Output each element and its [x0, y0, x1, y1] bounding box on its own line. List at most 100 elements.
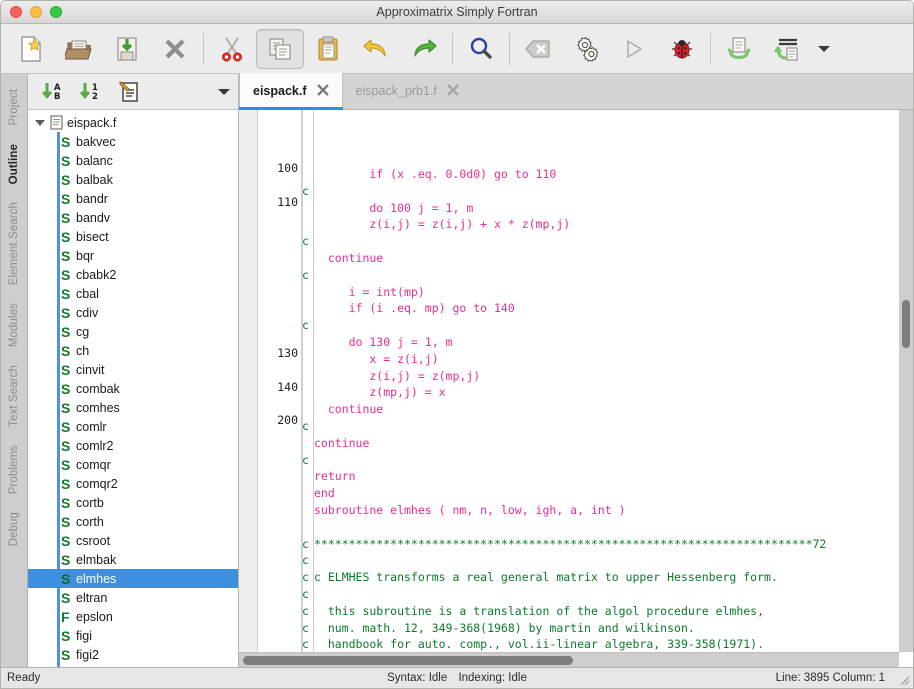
tree-item-cdiv[interactable]: Scdiv	[28, 303, 238, 322]
toolbar-overflow-button[interactable]	[811, 29, 837, 69]
tree-item-bakvec[interactable]: Sbakvec	[28, 132, 238, 151]
tree-item-balanc[interactable]: Sbalanc	[28, 151, 238, 170]
tree-item-bqr[interactable]: Sbqr	[28, 246, 238, 265]
side-tab-text-search[interactable]: Text Search	[8, 356, 20, 436]
code-line[interactable]: c ***************************************…	[302, 536, 899, 553]
close-tab-icon[interactable]	[446, 83, 459, 99]
code-line[interactable]: if (x .eq. 0.0d0) go to 110	[302, 166, 899, 183]
close-file-button[interactable]	[151, 29, 199, 69]
code-line[interactable]: i = int(mp)	[302, 284, 899, 301]
editor-vertical-scrollbar[interactable]	[899, 110, 913, 652]
tree-item-ch[interactable]: Sch	[28, 341, 238, 360]
code-editor[interactable]: 100 110 130 140 200 if (x .eq. 0.0d0) go to …	[239, 110, 899, 652]
side-tab-debug[interactable]: Debug	[8, 503, 20, 555]
code-line[interactable]: c	[302, 267, 899, 284]
code-line[interactable]: c	[302, 183, 899, 200]
tree-item-cinvit[interactable]: Scinvit	[28, 360, 238, 379]
debug-button[interactable]	[658, 29, 706, 69]
code-line[interactable]: z(mp,j) = x	[302, 384, 899, 401]
code-line[interactable]: continue	[302, 435, 899, 452]
code-line[interactable]	[302, 519, 899, 536]
editor-tab-eispack[interactable]: eispack.f	[239, 73, 343, 110]
tree-item-comqr2[interactable]: Scomqr2	[28, 474, 238, 493]
tree-item-comlr2[interactable]: Scomlr2	[28, 436, 238, 455]
code-line[interactable]: z(i,j) = z(mp,j)	[302, 368, 899, 385]
editor-vertical-scroll-thumb[interactable]	[902, 300, 910, 348]
undo-button[interactable]	[352, 29, 400, 69]
tree-item-bandv[interactable]: Sbandv	[28, 208, 238, 227]
run-button[interactable]	[610, 29, 658, 69]
tree-item-bandr[interactable]: Sbandr	[28, 189, 238, 208]
tree-item-elmbak[interactable]: Selmbak	[28, 550, 238, 569]
code-line[interactable]: c	[302, 418, 899, 435]
packages-button[interactable]	[763, 29, 811, 69]
code-line[interactable]: continue	[302, 401, 899, 418]
code-line[interactable]: do 130 j = 1, m	[302, 334, 899, 351]
editor-tab-eispack-prb1[interactable]: eispack_prb1.f	[343, 73, 472, 109]
code-line[interactable]: c num. math. 12, 349-368(1968) by martin…	[302, 620, 899, 637]
code-line[interactable]: end	[302, 485, 899, 502]
outline-overflow-button[interactable]	[210, 77, 238, 107]
code-line[interactable]: c	[302, 452, 899, 469]
build-button[interactable]	[562, 29, 610, 69]
side-tab-modules[interactable]: Modules	[8, 294, 20, 356]
resize-grip-icon[interactable]	[896, 672, 910, 686]
open-file-button[interactable]	[55, 29, 103, 69]
edit-outline-button[interactable]	[112, 77, 148, 107]
code-line[interactable]: continue	[302, 250, 899, 267]
copy-button[interactable]	[256, 28, 304, 69]
tree-item-bisect[interactable]: Sbisect	[28, 227, 238, 246]
tree-item-cbal[interactable]: Scbal	[28, 284, 238, 303]
editor-horizontal-scroll-thumb[interactable]	[243, 656, 573, 665]
tree-item-csroot[interactable]: Scsroot	[28, 531, 238, 550]
tree-item-figi[interactable]: Sfigi	[28, 626, 238, 645]
redo-button[interactable]	[400, 29, 448, 69]
close-tab-icon[interactable]	[316, 83, 329, 99]
new-file-button[interactable]	[7, 29, 55, 69]
expand-triangle-icon[interactable]	[35, 119, 45, 126]
code-line[interactable]: c handbook for auto. comp., vol.ii-linea…	[302, 636, 899, 652]
editor-horizontal-scrollbar[interactable]	[239, 652, 899, 667]
tree-item-cg[interactable]: Scg	[28, 322, 238, 341]
code-line[interactable]: x = z(i,j)	[302, 351, 899, 368]
code-line[interactable]: c c ELMHES transforms a real general matr…	[302, 569, 899, 586]
sort-alphabetical-button[interactable]: A B	[36, 77, 72, 107]
bookmark-gutter[interactable]	[239, 110, 258, 652]
tree-item-balbak[interactable]: Sbalbak	[28, 170, 238, 189]
code-line[interactable]: c	[302, 552, 899, 569]
code-line[interactable]: c	[302, 233, 899, 250]
code-line[interactable]: if (i .eq. mp) go to 140	[302, 300, 899, 317]
code-line[interactable]: subroutine elmhes ( nm, n, low, igh, a, …	[302, 502, 899, 519]
tree-item-comqr[interactable]: Scomqr	[28, 455, 238, 474]
paste-button[interactable]	[304, 29, 352, 69]
tree-item-cbabk2[interactable]: Scbabk2	[28, 265, 238, 284]
tree-item-combak[interactable]: Scombak	[28, 379, 238, 398]
tree-item-corth[interactable]: Scorth	[28, 512, 238, 531]
find-button[interactable]	[457, 29, 505, 69]
tree-item-comhes[interactable]: Scomhes	[28, 398, 238, 417]
code-line[interactable]: c	[302, 586, 899, 603]
clean-button[interactable]	[514, 29, 562, 69]
side-tab-project[interactable]: Project	[8, 80, 20, 135]
side-tab-outline[interactable]: Outline	[8, 135, 20, 193]
outline-tree[interactable]: eispack.f Sbakvec Sbalanc Sbalbak Sbandr Sba…	[28, 110, 238, 667]
sort-numeric-button[interactable]: 1 2	[74, 77, 110, 107]
code-line[interactable]: z(i,j) = z(i,j) + x * z(mp,j)	[302, 216, 899, 233]
install-button[interactable]	[715, 29, 763, 69]
code-text[interactable]: if (x .eq. 0.0d0) go to 110 c do 100 j = …	[302, 110, 899, 652]
tree-item-epslon[interactable]: Fepslon	[28, 607, 238, 626]
tree-item-eltran[interactable]: Seltran	[28, 588, 238, 607]
side-tab-element-search[interactable]: Element Search	[8, 193, 20, 294]
code-line[interactable]: return	[302, 468, 899, 485]
tree-item-cortb[interactable]: Scortb	[28, 493, 238, 512]
side-tab-problems[interactable]: Problems	[8, 436, 20, 503]
save-file-button[interactable]	[103, 29, 151, 69]
code-line[interactable]: c	[302, 317, 899, 334]
tree-item-comlr[interactable]: Scomlr	[28, 417, 238, 436]
tree-root-item[interactable]: eispack.f	[28, 113, 238, 132]
cut-button[interactable]	[208, 29, 256, 69]
tree-item-elmhes[interactable]: Selmhes	[28, 569, 238, 588]
code-line[interactable]: do 100 j = 1, m	[302, 200, 899, 217]
tree-item-figi2[interactable]: Sfigi2	[28, 645, 238, 664]
code-line[interactable]: c this subroutine is a translation of th…	[302, 603, 899, 620]
